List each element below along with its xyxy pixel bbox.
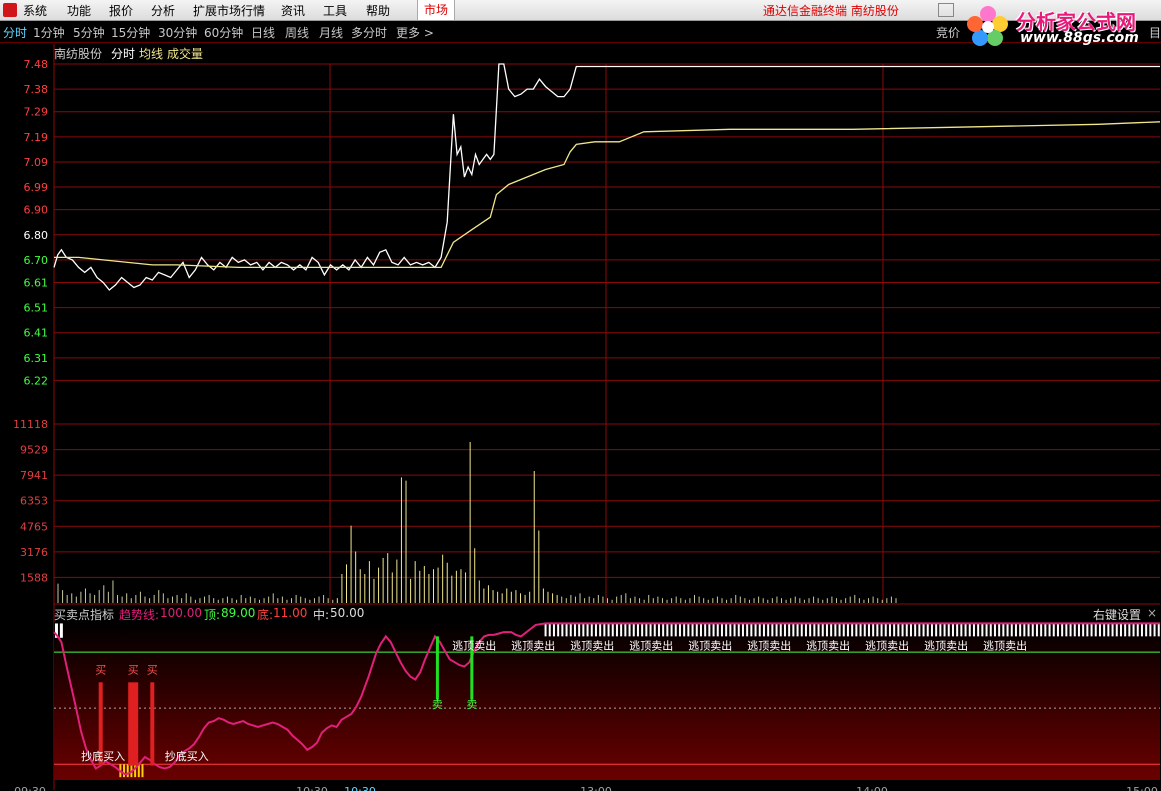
buy-signal-bar [150,682,155,766]
sell-label: 卖 [466,698,477,711]
volume-tick-label: 9529 [20,444,48,457]
top-sell-label: 逃顶卖出 [983,638,1027,652]
top-sell-label: 逃顶卖出 [688,638,732,652]
chart-canvas: 7.48 7.38 7.29 7.19 7.09 6.99 6.90 6.80 6.70 6.61… [13,44,1161,791]
buy-label: 买 [95,664,106,677]
time-axis-label: 13:00 [580,785,612,791]
price-tick-label: 6.31 [24,352,49,365]
legend-volume: 成交量 [167,47,204,61]
time-axis-label: 09:30 [14,785,46,791]
top-sell-label: 逃顶卖出 [629,638,673,652]
price-tick-label: 7.38 [24,83,49,96]
bottom-buy-label: 抄底买入 [165,749,209,763]
stock-name: 南纺股份 [54,47,103,61]
top-sell-label: 逃顶卖出 [865,638,909,652]
menu-item-system[interactable]: 系统 [23,2,47,19]
close-icon[interactable]: × [1147,606,1157,620]
top-sell-label: 逃顶卖出 [747,638,791,652]
period-tab-intraday[interactable]: 分时 [3,24,27,41]
period-tab-30min[interactable]: 30分钟 [158,24,197,41]
price-tick-label: 6.99 [24,181,49,194]
period-tab-15min[interactable]: 15分钟 [111,24,150,41]
time-axis-label: 10:30 [344,785,376,791]
price-tick-label: 6.80 [24,229,49,242]
menu-item-help[interactable]: 帮助 [366,2,390,19]
price-tick-label: 7.09 [24,156,49,169]
price-tick-label: 7.48 [24,58,49,71]
volume-tick-label: 6353 [20,495,48,508]
top-value: 89.00 [221,606,256,620]
brand-title: 通达信金融终端 南纺股份 [763,4,899,18]
volume-tick-label: 11118 [13,418,48,431]
price-tick-label: 6.41 [24,327,49,340]
auction-tab[interactable]: 竞价 [936,24,960,41]
indicator-name: 买卖点指标 [54,608,115,622]
menu-item-quote[interactable]: 报价 [109,2,133,19]
average-line [54,121,1161,269]
mid-label: 中: [313,608,330,622]
sell-signal-bar [435,636,439,700]
period-tab-1min[interactable]: 1分钟 [33,24,65,41]
bottom-label: 底: [257,608,274,622]
time-axis-label: 15:00 [1126,785,1158,791]
menu-item-tools[interactable]: 工具 [323,2,347,19]
sell-label: 卖 [432,698,443,711]
legend-average: 均线 [139,47,164,61]
menu-item-analysis[interactable]: 分析 [151,2,175,19]
minimize-icon[interactable] [938,3,954,17]
time-axis-label: 14:00 [856,785,888,791]
price-tick-label: 6.51 [24,302,49,315]
period-tab-week[interactable]: 周线 [285,24,309,41]
watermark-logo: 分析家公式网 www.88gs.com [962,2,1160,48]
buy-signal-bar [128,682,139,766]
period-tab-month[interactable]: 月线 [319,24,343,41]
buy-label: 买 [128,664,139,677]
settings-button[interactable]: 右键设置 [1093,606,1141,623]
buy-label: 买 [147,664,158,677]
trend-value: 100.00 [160,606,202,620]
price-tick-label: 6.22 [24,374,49,387]
price-tick-label: 7.29 [24,106,49,119]
period-tab-5min[interactable]: 5分钟 [73,24,105,41]
volume-tick-label: 1588 [20,571,48,584]
watermark-url: www.88gs.com [1020,30,1139,46]
legend-price: 分时 [111,47,136,61]
top-sell-label: 逃顶卖出 [570,638,614,652]
app-logo-icon [3,3,17,17]
volume-tick-label: 3176 [20,546,48,559]
price-tick-label: 6.70 [24,254,49,267]
price-tick-label: 7.19 [24,131,49,144]
top-sell-label: 逃顶卖出 [924,638,968,652]
time-axis-label: 10:30 [296,785,328,791]
price-tick-label: 6.90 [24,204,49,217]
volume-tick-label: 4765 [20,520,48,533]
period-tab-60min[interactable]: 60分钟 [204,24,243,41]
top-sell-label: 逃顶卖出 [511,638,555,652]
price-line [53,63,1160,291]
bottom-buy-label: 抄底买入 [81,749,125,763]
price-tick-label: 6.61 [24,276,49,289]
market-tab[interactable]: 市场 [417,0,455,20]
top-sell-label: 逃顶卖出 [806,638,850,652]
flower-icon [967,6,1008,46]
menu-item-extended-market[interactable]: 扩展市场行情 [193,2,265,19]
mid-value: 50.00 [330,606,365,620]
period-tab-more[interactable]: 更多 > [396,24,434,41]
period-tab-day[interactable]: 日线 [251,24,275,41]
volume-tick-label: 7941 [20,469,48,482]
top-sell-label: 逃顶卖出 [452,638,496,652]
top-label: 顶: [204,608,221,622]
menu-item-info[interactable]: 资讯 [281,2,305,19]
period-tab-multi[interactable]: 多分时 [351,24,387,41]
menu-item-function[interactable]: 功能 [67,2,91,19]
trend-label: 趋势线: [119,608,160,622]
bottom-value: 11.00 [273,606,308,620]
